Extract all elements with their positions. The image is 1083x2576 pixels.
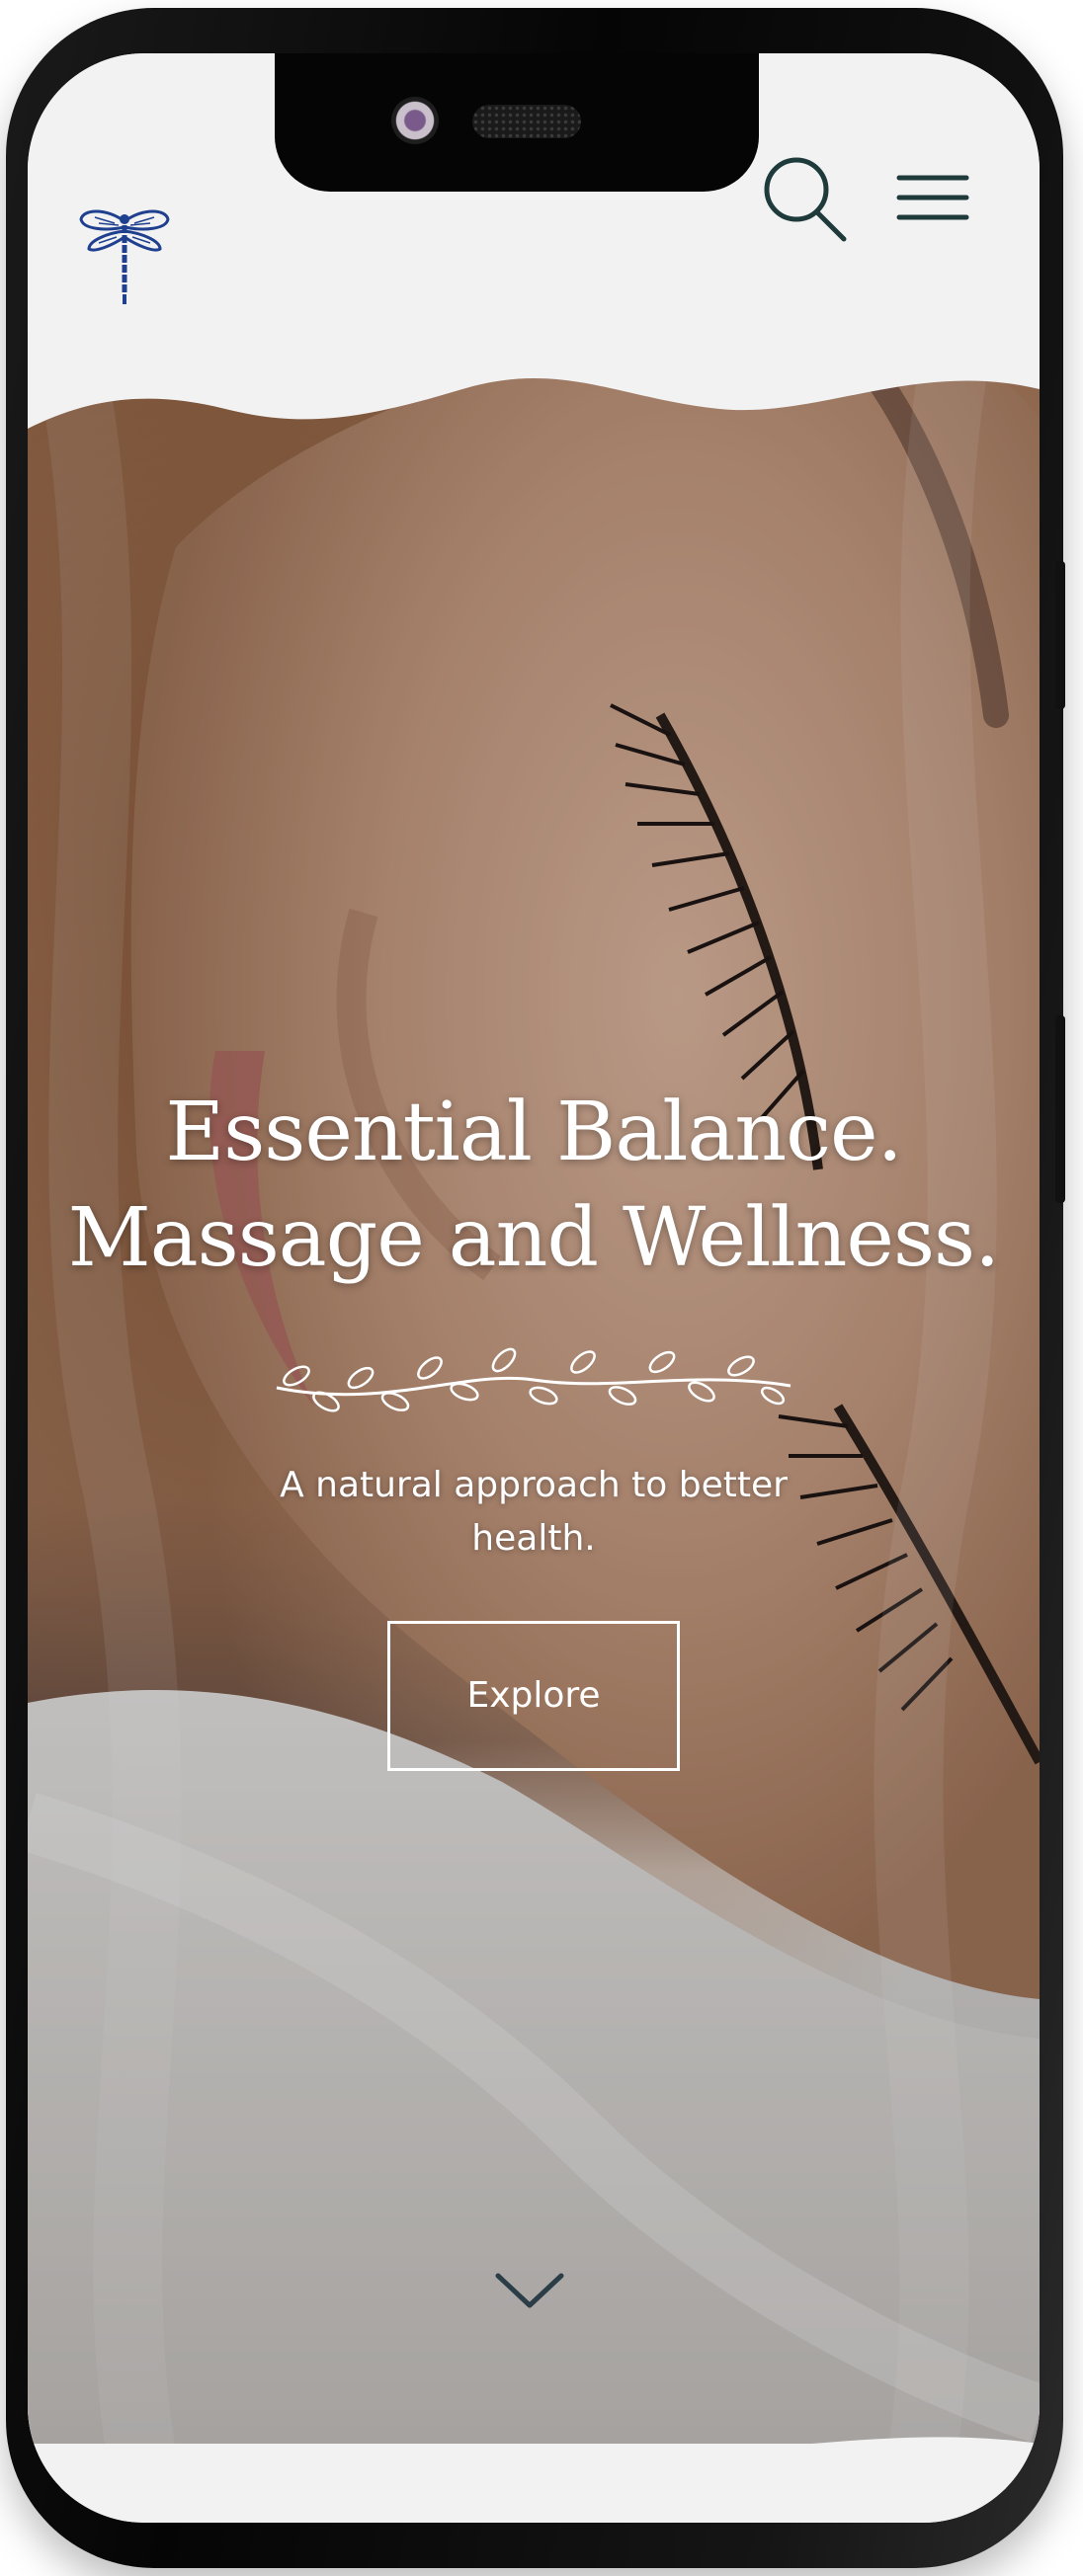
volume-button bbox=[1055, 561, 1065, 709]
power-button bbox=[1055, 1015, 1065, 1203]
explore-button[interactable]: Explore bbox=[387, 1621, 680, 1772]
hero-content: Essential Balance. Massage and Wellness. bbox=[28, 1081, 1040, 1772]
hero-tagline: A natural approach to better health. bbox=[280, 1465, 788, 1560]
page: Essential Balance. Massage and Wellness. bbox=[0, 0, 1083, 2576]
hamburger-menu-icon[interactable] bbox=[893, 164, 972, 233]
headline-line-1: Essential Balance. bbox=[165, 1086, 902, 1179]
phone-frame: Essential Balance. Massage and Wellness. bbox=[6, 8, 1065, 2568]
phone-notch bbox=[275, 53, 759, 192]
search-icon[interactable] bbox=[759, 152, 854, 247]
hero-top-wave bbox=[28, 369, 1040, 429]
hero-headline: Essential Balance. Massage and Wellness. bbox=[28, 1081, 1040, 1291]
hero-section: Essential Balance. Massage and Wellness. bbox=[28, 300, 1040, 2483]
dragonfly-icon[interactable] bbox=[75, 201, 174, 310]
headline-line-2: Massage and Wellness. bbox=[67, 1190, 1000, 1285]
chevron-down-icon[interactable] bbox=[492, 2266, 567, 2315]
earpiece-speaker bbox=[472, 105, 581, 138]
laurel-vine-ornament bbox=[276, 1347, 791, 1412]
phone-screen: Essential Balance. Massage and Wellness. bbox=[28, 53, 1040, 2523]
front-camera bbox=[391, 97, 439, 144]
hero-bottom-wave bbox=[28, 2437, 1040, 2493]
